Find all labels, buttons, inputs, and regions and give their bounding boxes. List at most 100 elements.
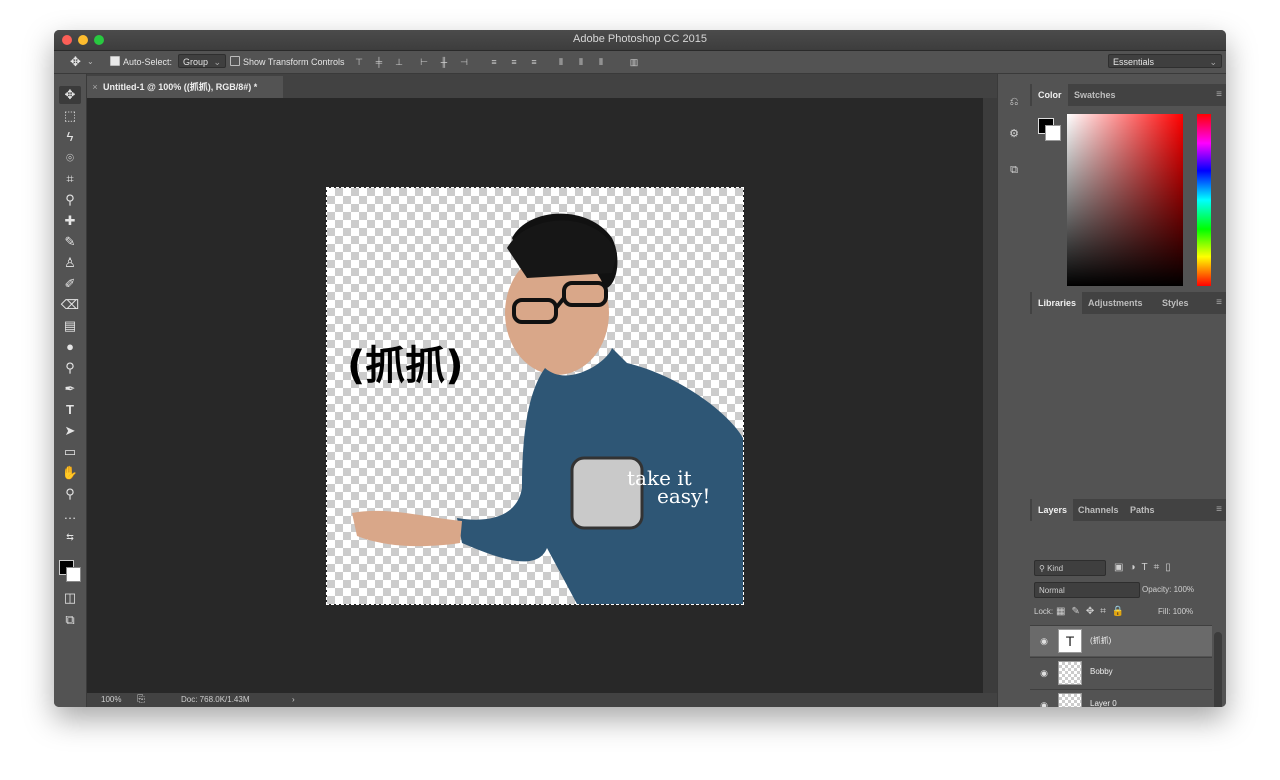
align-bottom-icon[interactable]: ⊥ bbox=[394, 57, 404, 67]
libraries-panel-tabs: Libraries Adjustments Styles ≡ bbox=[1030, 292, 1226, 314]
document-tab[interactable]: × Untitled-1 @ 100% ((抓抓), RGB/8#) * bbox=[87, 76, 283, 98]
crop-tool-icon[interactable]: ⌗ bbox=[59, 170, 81, 188]
align-horizontal-center-icon[interactable]: ╫ bbox=[439, 57, 449, 67]
brush-tool-icon[interactable]: ✎ bbox=[59, 233, 81, 251]
document-tab-bar: × Untitled-1 @ 100% ((抓抓), RGB/8#) * bbox=[87, 74, 997, 98]
close-tab-icon[interactable]: × bbox=[87, 76, 103, 98]
move-icon[interactable]: ✥ bbox=[70, 54, 81, 70]
properties-panel-icon[interactable]: ⚙ bbox=[1006, 126, 1022, 142]
distribute-top-icon[interactable]: ≡ bbox=[489, 57, 499, 67]
right-panels: Color Swatches ≡ Libraries Adjustments S… bbox=[1030, 74, 1226, 707]
path-selection-tool-icon[interactable]: ➤ bbox=[59, 422, 81, 440]
eye-icon[interactable]: ◉ bbox=[1038, 699, 1050, 707]
tab-adjustments[interactable]: Adjustments bbox=[1082, 292, 1149, 314]
hue-slider[interactable] bbox=[1197, 114, 1211, 286]
layer-name: (抓抓) bbox=[1090, 636, 1112, 645]
workspace-switcher[interactable]: Essentials ⌄ bbox=[1108, 54, 1222, 68]
tab-color[interactable]: Color bbox=[1032, 84, 1068, 106]
layer-filter-icons[interactable]: ▣◑T⌗▯ bbox=[1114, 560, 1177, 576]
auto-select-target-dropdown[interactable]: Group ⌄ bbox=[178, 54, 226, 68]
marquee-tool-icon[interactable]: ⬚ bbox=[59, 107, 81, 125]
dodge-tool-icon[interactable]: ⚲ bbox=[59, 359, 81, 377]
opacity-value[interactable]: 100% bbox=[1174, 585, 1194, 594]
zoom-tool-icon[interactable]: ⚲ bbox=[59, 485, 81, 503]
healing-brush-tool-icon[interactable]: ✚ bbox=[59, 212, 81, 230]
panel-menu-icon[interactable]: ≡ bbox=[1216, 504, 1222, 515]
panel-menu-icon[interactable]: ≡ bbox=[1216, 297, 1222, 308]
auto-align-layers-icon[interactable]: ▥ bbox=[629, 57, 639, 67]
tab-channels[interactable]: Channels bbox=[1072, 499, 1125, 521]
color-field[interactable] bbox=[1067, 114, 1183, 286]
align-vertical-center-icon[interactable]: ╪ bbox=[374, 57, 384, 67]
tool-preset-chevron-icon[interactable]: ⌄ bbox=[87, 57, 94, 66]
align-right-icon[interactable]: ⊣ bbox=[459, 57, 469, 67]
blur-tool-icon[interactable]: ● bbox=[59, 338, 81, 356]
type-tool-icon[interactable]: T bbox=[59, 401, 81, 419]
distribute-left-icon[interactable]: ⦀ bbox=[556, 57, 566, 67]
history-panel-icon[interactable]: ⎌ bbox=[1006, 94, 1022, 110]
panel-background-color[interactable] bbox=[1045, 125, 1061, 141]
layer-filter-dropdown[interactable]: ⚲ Kind bbox=[1034, 560, 1106, 576]
shirt-print-text-2: easy! bbox=[657, 484, 710, 508]
vertical-scrollbar[interactable] bbox=[983, 98, 997, 693]
canvas-area[interactable]: take it easy! (抓抓) bbox=[87, 98, 997, 693]
fill-label: Fill: bbox=[1158, 607, 1171, 616]
auto-select-label: Auto-Select: bbox=[123, 57, 173, 67]
zoom-level[interactable]: 100% bbox=[101, 693, 121, 707]
hand-tool-icon[interactable]: ✋ bbox=[59, 464, 81, 482]
opacity-label: Opacity: bbox=[1142, 585, 1172, 594]
tab-styles[interactable]: Styles bbox=[1156, 292, 1195, 314]
lasso-tool-icon[interactable]: ϟ bbox=[59, 128, 81, 146]
opacity-control[interactable]: Opacity: 100% bbox=[1142, 582, 1194, 598]
auto-select-checkbox[interactable]: Auto-Select: bbox=[110, 56, 172, 67]
align-top-icon[interactable]: ⊤ bbox=[354, 57, 364, 67]
chevron-down-icon: ⌄ bbox=[1209, 57, 1217, 67]
blend-mode-value: Normal bbox=[1039, 586, 1065, 595]
eye-icon[interactable]: ◉ bbox=[1038, 635, 1050, 647]
swap-colors-icon[interactable]: ⇆ bbox=[59, 528, 81, 546]
glyphs-panel-icon[interactable]: ⧉ bbox=[1006, 162, 1022, 178]
rectangle-tool-icon[interactable]: ▭ bbox=[59, 443, 81, 461]
blend-mode-dropdown[interactable]: Normal bbox=[1034, 582, 1140, 598]
show-transform-controls-checkbox[interactable]: Show Transform Controls bbox=[230, 56, 345, 67]
background-color-swatch[interactable] bbox=[66, 567, 81, 582]
quick-select-tool-icon[interactable]: ⌾ bbox=[59, 149, 81, 167]
align-left-icon[interactable]: ⊢ bbox=[419, 57, 429, 67]
lock-icons[interactable]: ▦✎✥⌗🔒 bbox=[1056, 604, 1130, 620]
document-canvas[interactable]: take it easy! (抓抓) bbox=[326, 187, 744, 605]
eraser-tool-icon[interactable]: ⌫ bbox=[59, 296, 81, 314]
layer-filter-value: Kind bbox=[1047, 564, 1064, 573]
more-tools-icon[interactable]: … bbox=[59, 506, 81, 524]
fill-value[interactable]: 100% bbox=[1173, 607, 1193, 616]
auto-select-value: Group bbox=[183, 57, 209, 67]
layer-row-text[interactable]: ◉ T (抓抓) bbox=[1030, 625, 1212, 656]
distribute-right-icon[interactable]: ⦀ bbox=[596, 57, 606, 67]
tab-paths[interactable]: Paths bbox=[1124, 499, 1161, 521]
status-menu-chevron-icon[interactable]: › bbox=[292, 693, 295, 707]
distribute-bottom-icon[interactable]: ≡ bbox=[529, 57, 539, 67]
history-brush-tool-icon[interactable]: ✐ bbox=[59, 275, 81, 293]
text-layer-thumbnail-icon: T bbox=[1058, 629, 1082, 653]
canvas-text-layer[interactable]: (抓抓) bbox=[347, 333, 464, 391]
move-tool-icon[interactable]: ✥ bbox=[59, 86, 81, 104]
eyedropper-tool-icon[interactable]: ⚲ bbox=[59, 191, 81, 209]
distribute-horizontal-center-icon[interactable]: ⦀ bbox=[576, 57, 586, 67]
layers-panel-tabs: Layers Channels Paths ≡ bbox=[1030, 499, 1226, 521]
pen-tool-icon[interactable]: ✒ bbox=[59, 380, 81, 398]
layer-name: Bobby bbox=[1090, 667, 1113, 676]
share-icon[interactable]: ⎘ bbox=[137, 693, 145, 707]
tab-swatches[interactable]: Swatches bbox=[1068, 84, 1122, 106]
fill-control[interactable]: Fill: 100% bbox=[1158, 604, 1193, 620]
clone-stamp-tool-icon[interactable]: ♙ bbox=[59, 254, 81, 272]
layer-row-layer0[interactable]: ◉ Layer 0 bbox=[1030, 689, 1212, 707]
distribute-vertical-center-icon[interactable]: ≡ bbox=[509, 57, 519, 67]
quick-mask-icon[interactable]: ◫ bbox=[59, 589, 81, 607]
eye-icon[interactable]: ◉ bbox=[1038, 667, 1050, 679]
layers-scrollbar[interactable] bbox=[1214, 632, 1222, 707]
tab-layers[interactable]: Layers bbox=[1032, 499, 1074, 521]
screen-mode-icon[interactable]: ⧉ bbox=[59, 611, 81, 629]
layer-row-bobby[interactable]: ◉ Bobby bbox=[1030, 657, 1212, 688]
tab-libraries[interactable]: Libraries bbox=[1032, 292, 1083, 314]
panel-menu-icon[interactable]: ≡ bbox=[1216, 89, 1222, 100]
gradient-tool-icon[interactable]: ▤ bbox=[59, 317, 81, 335]
